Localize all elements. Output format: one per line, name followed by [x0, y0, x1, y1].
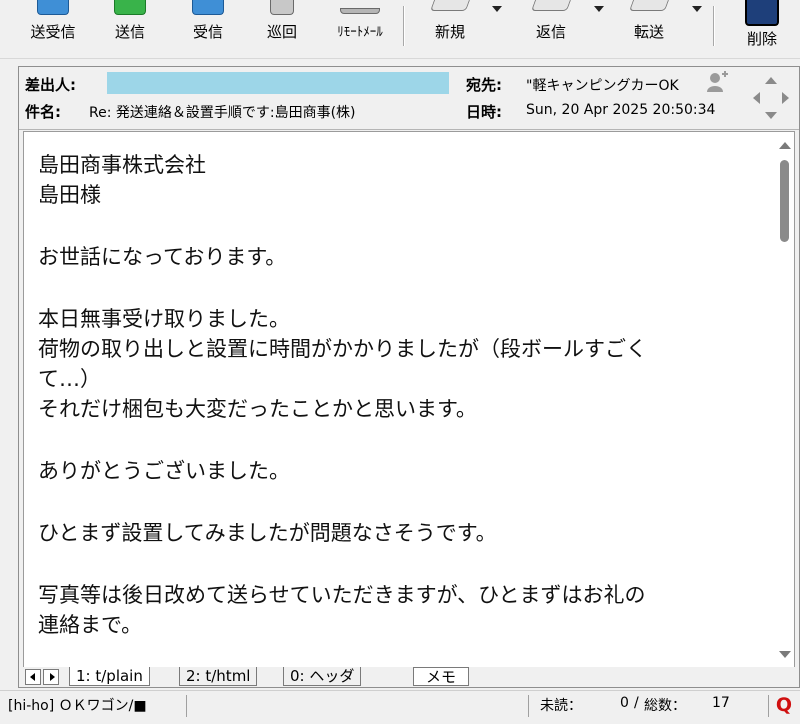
subject-value: Re: 発送連絡＆設置手順です:島田商事(株) — [89, 105, 356, 121]
current-mailbox: [hi-ho] ＯＫワゴン/■ — [8, 698, 147, 714]
scroll-thumb[interactable] — [780, 160, 789, 242]
status-bar: [hi-ho] ＯＫワゴン/■ 未読： 0 / 総数： 17 Q — [0, 690, 800, 724]
receive-label: 受信 — [192, 23, 223, 41]
body-line: 島田様 — [38, 183, 101, 207]
send-receive-icon — [37, 0, 69, 15]
reply-dropdown-icon[interactable] — [594, 6, 604, 12]
tab-header[interactable]: 0: ヘッダ — [283, 667, 362, 686]
new-mail-button[interactable]: 新規 — [418, 0, 482, 50]
tab-text-html[interactable]: 2: t/html — [179, 667, 258, 686]
body-line: 写真等は後日改めて送らせていただきますが、ひとまずはお礼の — [38, 583, 646, 607]
status-divider — [768, 695, 769, 717]
delete-button[interactable]: 削除 — [730, 0, 794, 50]
patrol-icon — [270, 0, 294, 15]
send-receive-button[interactable]: 送受信 — [18, 0, 88, 50]
memo-button[interactable]: メモ — [413, 667, 469, 686]
message-body[interactable]: 島田商事株式会社 島田様 お世話になっております。 本日無事受け取りました。 荷… — [23, 131, 795, 669]
unread-count: 0 — [620, 695, 629, 711]
reply-button[interactable]: 返信 — [518, 0, 584, 50]
reply-icon — [530, 0, 572, 11]
body-line: 荷物の取り出しと設置に時間がかかりましたが（段ボールすごく — [38, 337, 647, 361]
body-line: 連絡まで。 — [38, 613, 143, 637]
send-receive-label: 送受信 — [30, 23, 76, 41]
forward-label: 転送 — [633, 23, 664, 41]
status-divider — [528, 695, 529, 717]
left-arrow-icon — [30, 673, 35, 681]
total-count: 17 — [712, 695, 730, 711]
new-mail-dropdown-icon[interactable] — [492, 6, 502, 12]
remote-mail-icon — [340, 8, 380, 14]
remote-mail-button[interactable]: ﾘﾓｰﾄﾒｰﾙ — [320, 0, 400, 50]
date-value: Sun, 20 Apr 2025 20:50:34 — [526, 102, 716, 118]
message-text: 島田商事株式会社 島田様 お世話になっております。 本日無事受け取りました。 荷… — [38, 150, 768, 640]
receive-button[interactable]: 受信 — [176, 0, 240, 50]
subject-label: 件名: — [25, 103, 61, 121]
to-label: 宛先: — [466, 76, 502, 94]
toolbar-separator-highlight — [714, 6, 715, 46]
to-value[interactable]: "軽キャンピングカーOK — [526, 75, 679, 95]
forward-button[interactable]: 転送 — [616, 0, 682, 50]
remote-mail-label: ﾘﾓｰﾄﾒｰﾙ — [337, 25, 383, 40]
send-button[interactable]: 送信 — [98, 0, 162, 50]
tab-scroll-right-button[interactable] — [43, 669, 59, 685]
toolbar-separator-highlight — [404, 6, 405, 46]
scroll-up-icon[interactable] — [779, 142, 791, 149]
body-line: 本日無事受け取りました。 — [38, 307, 290, 331]
date-label: 日時: — [466, 103, 502, 121]
unread-label: 未読： — [540, 698, 582, 714]
new-mail-label: 新規 — [434, 23, 465, 41]
vertical-scrollbar[interactable] — [774, 132, 794, 668]
status-divider — [186, 695, 187, 717]
total-label: 総数： — [644, 698, 686, 714]
delete-icon — [745, 0, 779, 26]
from-label: 差出人: — [25, 76, 76, 94]
right-arrow-icon — [50, 673, 55, 681]
body-line: 島田商事株式会社 — [38, 153, 206, 177]
from-value[interactable] — [107, 72, 449, 94]
message-header: 差出人: 宛先: "軽キャンピングカーOK 件名: Re: 発送連絡＆設置手順で… — [19, 67, 799, 130]
tab-text-plain[interactable]: 1: t/plain — [69, 667, 150, 686]
toolbar: 送受信 送信 受信 巡回 ﾘﾓｰﾄﾒｰﾙ 新規 返信 転送 削除 — [0, 0, 800, 59]
delete-label: 削除 — [746, 30, 777, 48]
new-mail-icon — [429, 0, 471, 11]
receive-icon — [192, 0, 224, 15]
send-icon — [114, 0, 146, 15]
scroll-down-icon[interactable] — [779, 651, 791, 658]
body-line: お世話になっております。 — [38, 245, 287, 269]
body-line: ありがとうございました。 — [38, 459, 290, 483]
body-line: それだけ梱包も大変だったことかと思います。 — [38, 397, 477, 421]
count-separator: / — [634, 695, 639, 711]
patrol-button[interactable]: 巡回 — [250, 0, 314, 50]
forward-icon — [628, 0, 670, 11]
navigation-pad-icon[interactable] — [749, 73, 793, 123]
add-contact-icon[interactable] — [705, 71, 729, 93]
reply-label: 返信 — [535, 23, 566, 41]
tab-scroll-left-button[interactable] — [25, 669, 41, 685]
app-icon: Q — [775, 694, 793, 716]
patrol-label: 巡回 — [266, 23, 297, 41]
send-label: 送信 — [114, 23, 145, 41]
body-line: ひとまず設置してみましたが問題なさそうです。 — [38, 521, 497, 545]
body-line: て…） — [38, 367, 101, 391]
part-tab-bar: 1: t/plain 2: t/html 0: ヘッダ メモ — [19, 667, 799, 687]
message-viewer: 差出人: 宛先: "軽キャンピングカーOK 件名: Re: 発送連絡＆設置手順で… — [18, 66, 800, 688]
forward-dropdown-icon[interactable] — [692, 6, 702, 12]
